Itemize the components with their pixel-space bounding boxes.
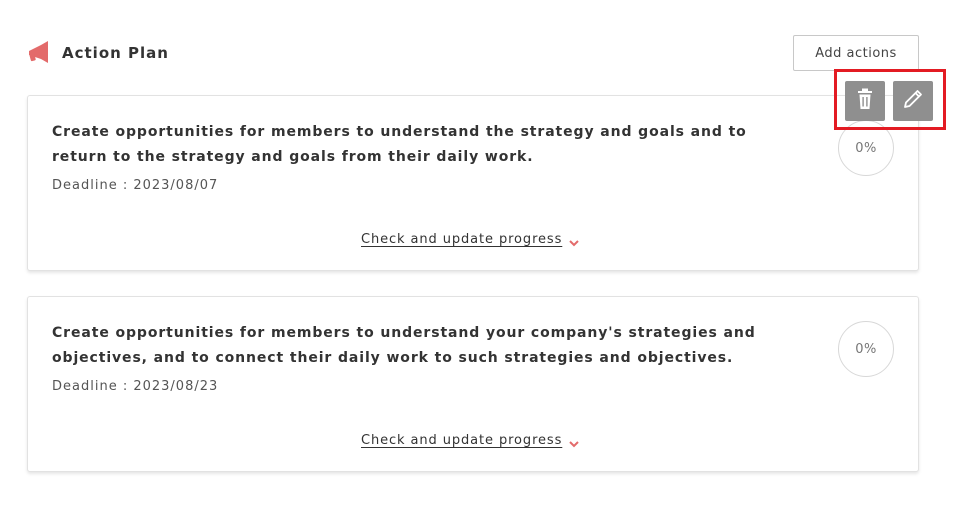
check-progress-link[interactable]: Check and update progress	[361, 433, 562, 448]
action-deadline: Deadline : 2023/08/07	[52, 178, 219, 193]
action-text: Create opportunities for members to unde…	[52, 124, 747, 165]
edit-button[interactable]	[893, 81, 933, 121]
chevron-down-icon[interactable]	[568, 437, 580, 447]
check-progress-toggle[interactable]: Check and update progress	[361, 433, 580, 448]
section-title: Action Plan	[62, 44, 169, 62]
action-card: Create opportunities for members to unde…	[27, 296, 919, 472]
trash-icon[interactable]	[855, 88, 875, 114]
action-deadline: Deadline : 2023/08/23	[52, 379, 219, 394]
action-text: Create opportunities for members to unde…	[52, 325, 756, 366]
delete-button[interactable]	[845, 81, 885, 121]
check-progress-link[interactable]: Check and update progress	[361, 232, 562, 247]
add-actions-button[interactable]: Add actions	[793, 35, 919, 71]
pencil-icon[interactable]	[902, 88, 924, 114]
check-progress-toggle[interactable]: Check and update progress	[361, 232, 580, 247]
section-header: Action Plan	[26, 40, 169, 66]
action-card: Create opportunities for members to unde…	[27, 95, 919, 271]
progress-indicator: 0%	[838, 321, 894, 377]
megaphone-icon	[26, 40, 52, 66]
chevron-down-icon[interactable]	[568, 236, 580, 246]
